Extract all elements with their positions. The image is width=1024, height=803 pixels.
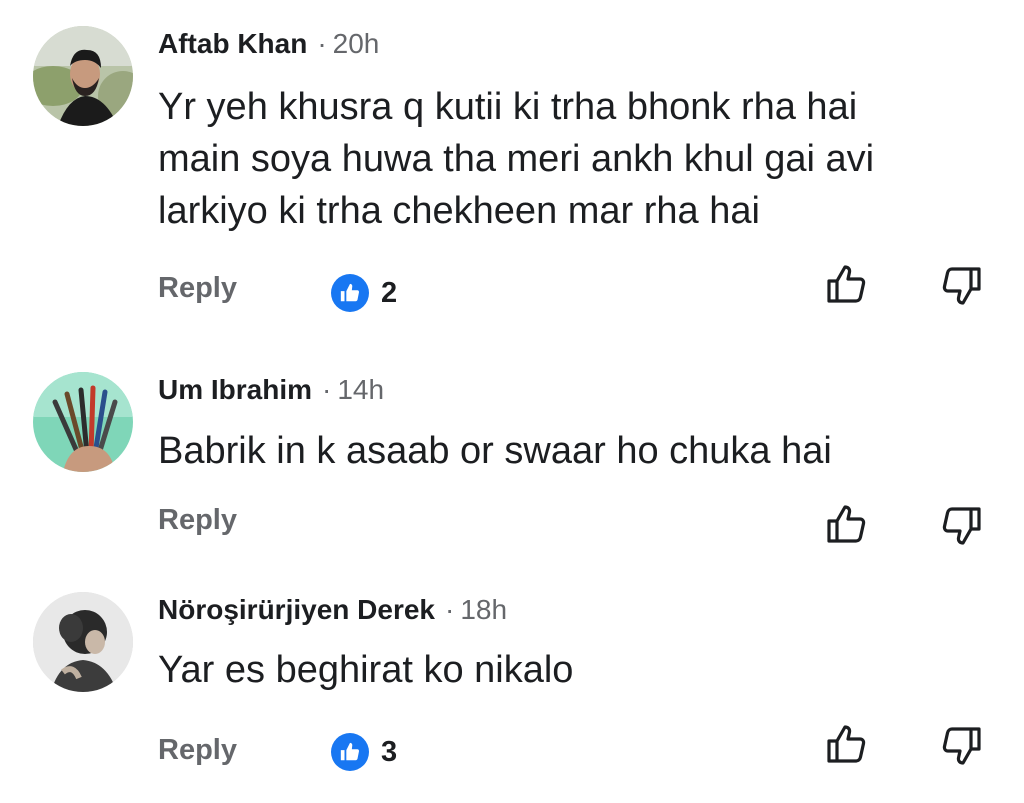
comment-text: Yar es beghirat ko nikalo [158, 644, 998, 696]
author-name[interactable]: Um Ibrahim [158, 374, 312, 405]
avatar[interactable] [33, 26, 133, 126]
comment-time[interactable]: 18h [460, 594, 507, 625]
comment-time[interactable]: 14h [337, 374, 384, 405]
portrait-avatar-icon [33, 592, 133, 692]
person-avatar-icon [33, 26, 133, 126]
comment-text: Babrik in k asaab or swaar ho chuka hai [158, 425, 998, 477]
comment-noroşirurjiyen-derek: Nöroşirürjiyen Derek · 18h Yar es beghirat… [0, 570, 1024, 803]
meta-separator: · [317, 28, 327, 59]
reaction-summary[interactable]: 3 [331, 732, 397, 772]
reply-button[interactable]: Reply [158, 504, 237, 537]
comment-um-ibrahim: Um Ibrahim · 14h Babrik in k asaab or swaa… [0, 340, 1024, 570]
thumbs-down-icon[interactable] [940, 264, 984, 308]
like-reaction-icon [331, 733, 369, 771]
comment-meta: Aftab Khan · 20h [158, 28, 379, 60]
comment-line: larkiyo ki trha chekheen mar rha hai [158, 190, 760, 232]
thumbs-down-icon[interactable] [940, 724, 984, 768]
avatar[interactable] [33, 592, 133, 692]
reaction-count: 2 [381, 276, 398, 309]
avatar[interactable] [33, 372, 133, 472]
comment-time[interactable]: 20h [333, 28, 380, 59]
comment-line: Yr yeh khusra q kutii ki trha bhonk rha … [158, 86, 858, 128]
meta-separator: · [445, 594, 455, 625]
reply-button[interactable]: Reply [158, 272, 237, 305]
thumbs-up-icon[interactable] [824, 722, 868, 766]
comment-aftab-khan: Aftab Khan · 20h Yr yeh khusra q kutii ki … [0, 0, 1024, 340]
thumbs-down-icon[interactable] [940, 504, 984, 548]
comment-line: main soya huwa tha meri ankh khul gai av… [158, 138, 875, 180]
reaction-count: 3 [381, 735, 398, 768]
paintbrushes-avatar-icon [33, 372, 133, 472]
thumbs-up-icon[interactable] [824, 502, 868, 546]
like-reaction-icon [331, 274, 369, 312]
meta-separator: · [322, 374, 332, 405]
author-name[interactable]: Aftab Khan [158, 28, 307, 59]
author-name[interactable]: Nöroşirürjiyen Derek [158, 594, 435, 625]
comment-meta: Um Ibrahim · 14h [158, 374, 384, 406]
reaction-summary[interactable]: 2 [331, 273, 397, 313]
comment-line: Babrik in k asaab or swaar ho chuka hai [158, 430, 832, 472]
thumbs-up-icon[interactable] [824, 262, 868, 306]
comment-line: Yar es beghirat ko nikalo [158, 649, 574, 691]
reply-button[interactable]: Reply [158, 734, 237, 767]
comment-meta: Nöroşirürjiyen Derek · 18h [158, 594, 507, 626]
comment-text: Yr yeh khusra q kutii ki trha bhonk rha … [158, 81, 998, 237]
